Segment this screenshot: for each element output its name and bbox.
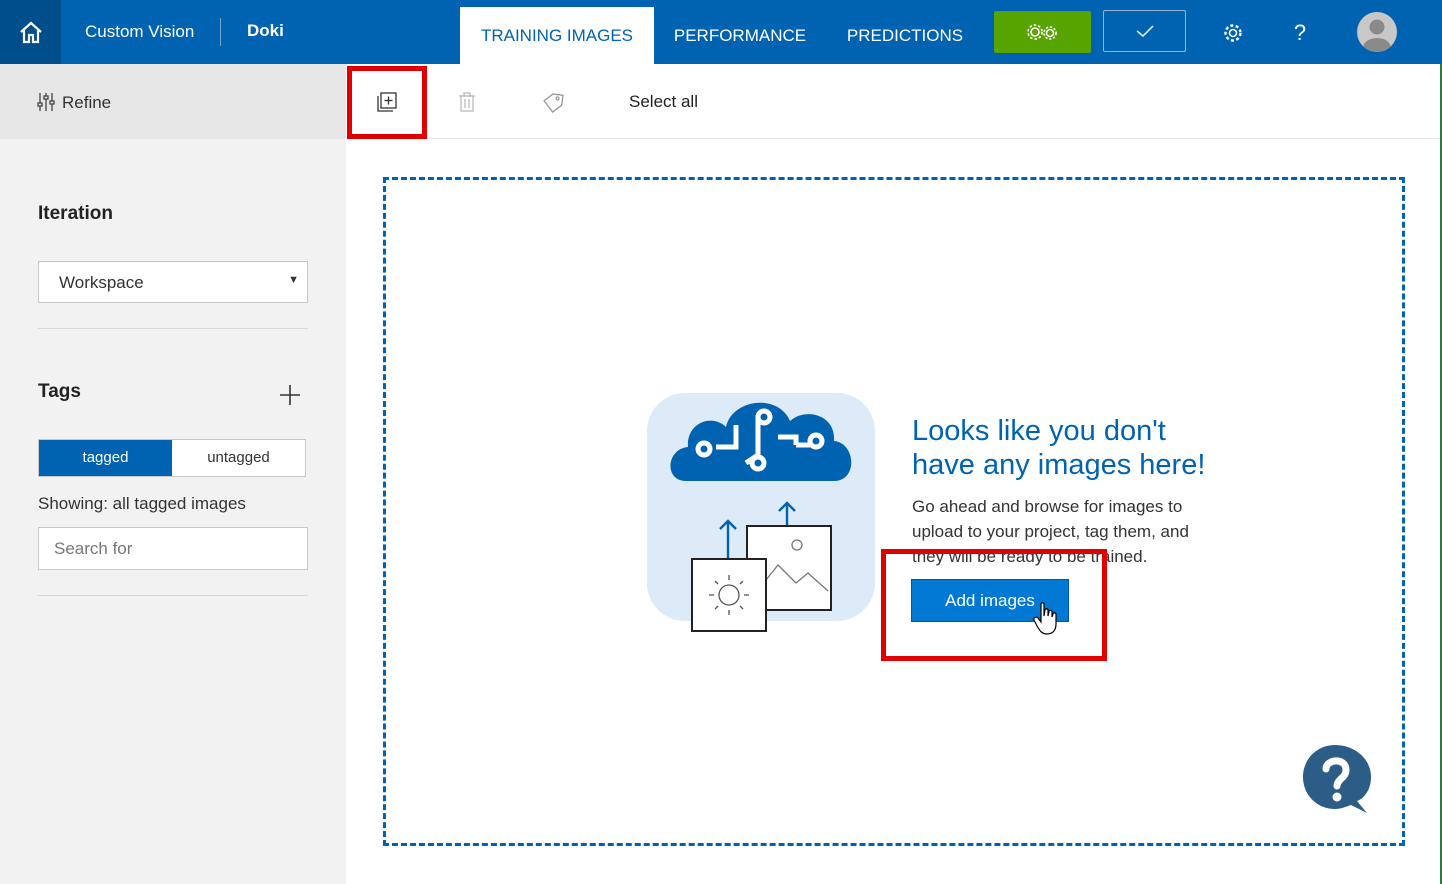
select-all-button[interactable]: Select all <box>629 92 698 112</box>
tab-training-images[interactable]: TRAINING IMAGES <box>460 7 654 64</box>
settings-button[interactable] <box>1220 20 1246 46</box>
empty-state-title: Looks like you don't have any images her… <box>912 414 1232 482</box>
iteration-heading: Iteration <box>38 203 113 224</box>
home-button[interactable] <box>0 0 61 64</box>
filter-untagged[interactable]: untagged <box>172 440 305 476</box>
highlight-add-images-button <box>881 549 1107 661</box>
delete-icon[interactable] <box>455 90 479 114</box>
cloud-upload-illustration <box>647 393 875 632</box>
divider <box>38 328 308 329</box>
brand-link[interactable]: Custom Vision <box>85 22 194 42</box>
project-name[interactable]: Doki <box>247 21 284 41</box>
help-icon: ? <box>1293 20 1307 45</box>
divider <box>38 595 308 596</box>
iteration-select[interactable]: Workspace ▼ <box>38 261 308 303</box>
tagged-filter-toggle: tagged untagged <box>38 439 306 477</box>
image-toolbar: Select all <box>346 64 1442 139</box>
settings-gear-icon <box>1224 24 1242 42</box>
empty-state-title-line2: have any images here! <box>912 449 1206 481</box>
refine-label: Refine <box>62 93 112 112</box>
filter-sliders-icon <box>37 93 55 111</box>
highlight-add-images-icon <box>347 66 427 139</box>
quick-test-check-icon <box>1135 25 1154 38</box>
top-bar: Custom Vision Doki TRAINING IMAGES PERFO… <box>0 0 1442 64</box>
brand-divider <box>220 18 221 46</box>
refine-toggle[interactable]: Refine <box>0 64 346 139</box>
iteration-select-value: Workspace <box>59 273 144 292</box>
image-drop-zone[interactable] <box>383 177 1405 846</box>
help-button[interactable]: ? <box>1287 20 1313 46</box>
user-icon <box>1363 19 1391 52</box>
avatar[interactable] <box>1357 12 1397 52</box>
train-gears-icon <box>1026 24 1057 40</box>
sidebar: Refine Iteration Workspace ▼ Tags tagged… <box>0 64 346 884</box>
tab-performance[interactable]: PERFORMANCE <box>665 7 815 64</box>
home-icon <box>19 21 42 44</box>
add-tag-icon[interactable] <box>276 381 304 409</box>
tags-heading: Tags <box>38 381 81 402</box>
quick-test-button[interactable] <box>1103 10 1186 52</box>
help-chat-icon[interactable] <box>1301 743 1373 815</box>
train-button[interactable] <box>994 11 1091 53</box>
chevron-down-icon: ▼ <box>288 274 299 286</box>
showing-status: Showing: all tagged images <box>38 494 246 513</box>
tag-icon[interactable] <box>541 90 565 114</box>
empty-state-title-line1: Looks like you don't <box>912 415 1166 447</box>
tag-search-input[interactable] <box>38 527 308 570</box>
filter-tagged[interactable]: tagged <box>39 440 172 476</box>
tab-predictions[interactable]: PREDICTIONS <box>838 7 972 64</box>
